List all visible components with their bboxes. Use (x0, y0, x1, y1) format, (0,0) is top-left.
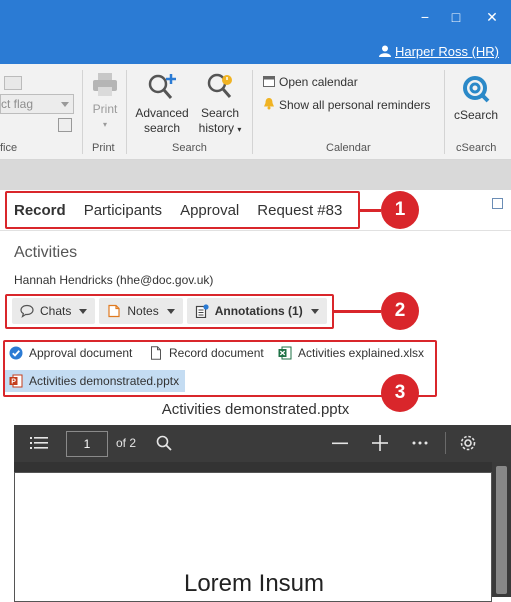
advanced-search-label-1: Advanced (135, 106, 189, 120)
document-viewer: 1 of 2 Lorem Insum (14, 425, 511, 602)
scrollbar-thumb[interactable] (496, 466, 507, 594)
search-history-label-2: history ▾ (198, 121, 242, 135)
callout-line-1 (359, 209, 381, 212)
ribbon-divider (444, 70, 445, 154)
group-label-csearch: cSearch (456, 142, 497, 154)
minimize-button[interactable]: − (412, 6, 438, 28)
tab-underline (0, 230, 511, 231)
maximize-button[interactable]: □ (443, 6, 469, 28)
flag-icon (4, 76, 22, 90)
zoom-in-icon[interactable] (372, 435, 388, 451)
ribbon-divider (126, 70, 127, 154)
participant-email: Hannah Hendricks (hhe@doc.gov.uk) (14, 273, 214, 287)
csearch-icon (463, 76, 490, 103)
zoom-out-icon[interactable] (332, 442, 348, 445)
print-button-label: Print (92, 102, 118, 116)
csearch-button[interactable]: cSearch (450, 74, 502, 123)
callout-badge-2: 2 (381, 292, 419, 330)
viewer-toolbar: 1 of 2 (14, 425, 511, 462)
title-bar: − □ ✕ Harper Ross (HR) (0, 0, 511, 64)
open-calendar-button[interactable]: Open calendar (263, 75, 358, 89)
callout-badge-1: 1 (381, 191, 419, 229)
toolbar-divider (445, 432, 446, 454)
advanced-search-button[interactable]: Advanced search (132, 72, 192, 136)
main-content: Record Participants Approval Request #83… (0, 190, 511, 602)
chevron-down-icon (61, 102, 69, 107)
callout-box-3 (3, 340, 437, 397)
bell-icon (264, 98, 274, 110)
calendar-icon (263, 76, 275, 87)
page-count: of 2 (116, 436, 137, 450)
open-calendar-label: Open calendar (279, 75, 358, 89)
viewer-title: Activities demonstrated.pptx (161, 401, 350, 418)
advanced-search-icon (148, 74, 176, 99)
ribbon-divider (82, 70, 83, 154)
user-link[interactable]: Harper Ross (HR) (378, 44, 499, 59)
page-number-input[interactable]: 1 (66, 431, 108, 457)
show-reminders-label: Show all personal reminders (279, 98, 431, 112)
printer-icon (93, 73, 117, 96)
search-history-icon (207, 73, 232, 98)
close-button[interactable]: ✕ (479, 6, 505, 28)
more-options-icon[interactable] (412, 441, 428, 445)
user-icon (378, 45, 391, 57)
list-icon[interactable] (30, 436, 48, 450)
show-reminders-button[interactable]: Show all personal reminders (263, 97, 430, 112)
flag-select-value: ct flag (1, 97, 34, 111)
callout-line-2 (333, 310, 381, 313)
ribbon-divider (252, 70, 253, 154)
group-label-search: Search (172, 142, 207, 154)
advanced-search-label-2: search (143, 121, 181, 135)
chevron-down-icon: ▾ (102, 120, 107, 129)
callout-box-1 (5, 191, 360, 229)
separator-bar (0, 160, 511, 190)
gear-icon[interactable] (459, 434, 477, 452)
csearch-button-label: cSearch (453, 108, 499, 122)
user-name: Harper Ross (HR) (394, 44, 499, 59)
group-label-office: fice (0, 142, 18, 154)
flag-select[interactable]: ct flag (0, 94, 74, 114)
ribbon: ct flag fice Print ▾ Print Advanced sear… (0, 64, 511, 160)
slide-text: Lorem Insum (183, 570, 325, 597)
group-label-calendar: Calendar (326, 142, 371, 154)
print-button[interactable]: Print ▾ (88, 72, 122, 132)
search-history-label-1: Search (200, 106, 240, 120)
search-icon[interactable] (156, 435, 172, 451)
group-label-print: Print (92, 142, 115, 154)
callout-box-2 (5, 294, 334, 329)
search-history-button[interactable]: Search history ▾ (194, 72, 246, 137)
document-page: Lorem Insum (14, 472, 492, 602)
activities-title: Activities (14, 244, 78, 261)
viewer-scrollbar[interactable] (492, 462, 511, 597)
calendar-small-icon (58, 118, 72, 132)
popout-icon[interactable] (492, 198, 503, 209)
